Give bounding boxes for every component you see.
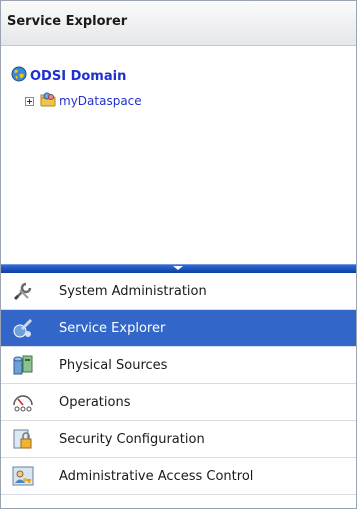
tree-node-label: myDataspace xyxy=(59,94,142,108)
service-explorer-panel: Service Explorer ODSI Domain myDataspace… xyxy=(0,0,357,509)
nav-item-label: System Administration xyxy=(59,283,207,299)
nav-item-physical-sources[interactable]: Physical Sources xyxy=(1,347,356,384)
panel-splitter[interactable] xyxy=(1,264,356,273)
panel-header: Service Explorer xyxy=(1,1,356,46)
nav-item-service-explorer[interactable]: Service Explorer xyxy=(1,310,356,347)
nav-item-label: Security Configuration xyxy=(59,431,205,447)
navigation-list: System Administration Service Explorer P… xyxy=(1,273,356,495)
dataspace-icon xyxy=(40,91,56,111)
service-tree: ODSI Domain myDataspace xyxy=(1,46,356,261)
tree-node-odsi-domain[interactable]: ODSI Domain xyxy=(11,66,126,86)
collapse-arrow-icon[interactable] xyxy=(173,266,183,270)
database-icon xyxy=(11,353,35,377)
globe-icon xyxy=(11,66,27,86)
gauge-icon xyxy=(11,390,35,414)
lock-icon xyxy=(11,427,35,451)
tree-node-mydataspace[interactable]: myDataspace xyxy=(25,91,142,111)
wrench-icon xyxy=(11,279,35,303)
nav-item-security-configuration[interactable]: Security Configuration xyxy=(1,421,356,458)
nav-item-operations[interactable]: Operations xyxy=(1,384,356,421)
nav-item-label: Operations xyxy=(59,394,131,410)
nav-item-label: Service Explorer xyxy=(59,320,166,336)
nav-item-label: Physical Sources xyxy=(59,357,168,373)
expand-icon[interactable] xyxy=(25,96,34,106)
user-key-icon xyxy=(11,464,35,488)
service-explorer-icon xyxy=(11,316,35,340)
panel-title: Service Explorer xyxy=(7,14,128,29)
nav-item-label: Administrative Access Control xyxy=(59,468,254,484)
nav-item-system-administration[interactable]: System Administration xyxy=(1,273,356,310)
tree-node-label: ODSI Domain xyxy=(30,68,127,84)
nav-item-administrative-access-control[interactable]: Administrative Access Control xyxy=(1,458,356,495)
